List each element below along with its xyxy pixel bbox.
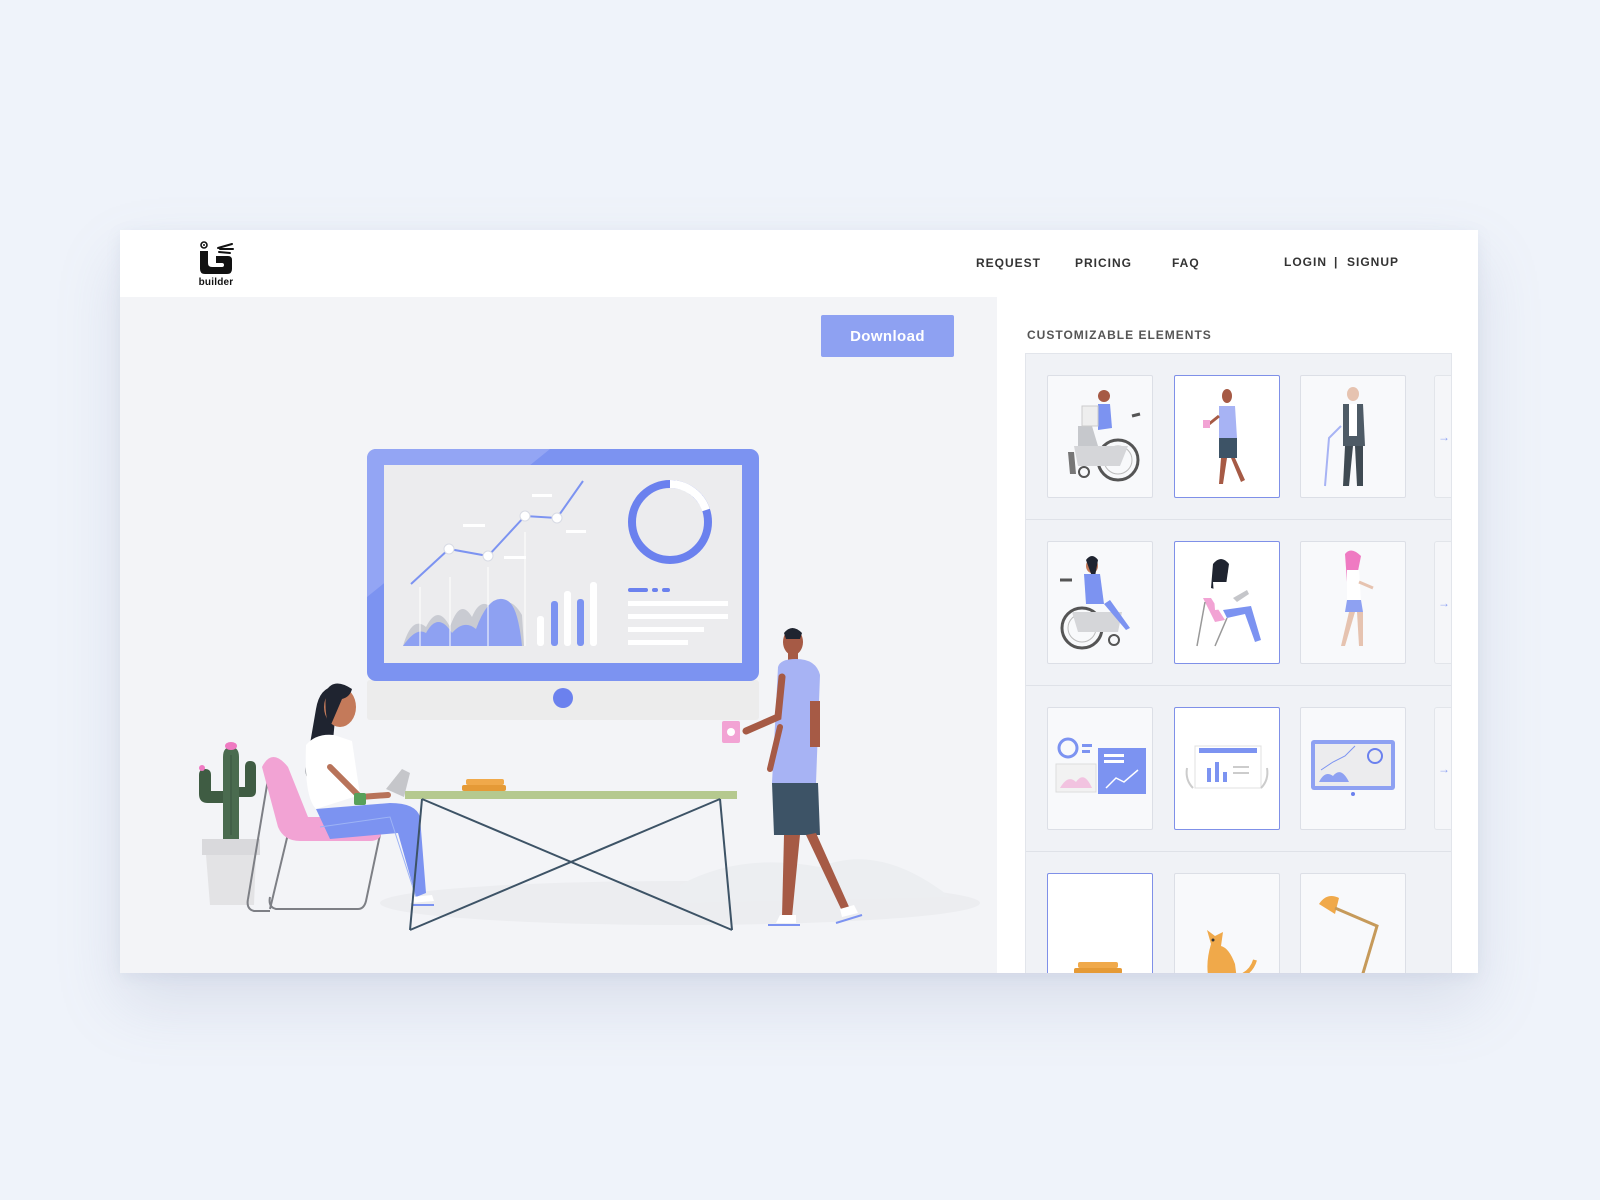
- gallery-row-people-1: →: [1026, 354, 1451, 520]
- books-icon: [1074, 962, 1122, 973]
- download-button[interactable]: Download: [821, 315, 954, 357]
- app-window: builder REQUEST PRICING FAQ LOGIN | SIGN…: [120, 230, 1478, 973]
- arrow-right-icon: →: [1438, 762, 1450, 776]
- element-card-selected[interactable]: [1047, 873, 1153, 973]
- element-card[interactable]: [1047, 541, 1153, 664]
- row-next-button[interactable]: →: [1434, 375, 1451, 498]
- element-card[interactable]: [1300, 375, 1406, 498]
- element-card[interactable]: [1300, 707, 1406, 830]
- illustration-canvas[interactable]: Download: [120, 297, 997, 973]
- office-illustration: [199, 449, 980, 931]
- man-holding-cup-icon: [1203, 389, 1245, 484]
- panel-title: CUSTOMIZABLE ELEMENTS: [1027, 328, 1212, 342]
- element-card[interactable]: [1300, 873, 1406, 973]
- customizable-elements-panel: CUSTOMIZABLE ELEMENTS → → →: [997, 297, 1478, 973]
- nav-request[interactable]: REQUEST: [976, 256, 1041, 270]
- row-next-button[interactable]: →: [1434, 707, 1451, 830]
- cat-icon: [1207, 930, 1257, 973]
- monitor-chart-icon: [1311, 740, 1395, 796]
- element-card[interactable]: [1174, 873, 1280, 973]
- element-card[interactable]: [1300, 541, 1406, 664]
- woman-walking-icon: [1341, 550, 1374, 646]
- element-card[interactable]: [1047, 707, 1153, 830]
- ground-shadow-icon: [380, 859, 980, 925]
- man-wheelchair-laptop-icon: [1068, 390, 1141, 482]
- logo-mark-icon: [200, 241, 234, 274]
- signup-link[interactable]: SIGNUP: [1347, 255, 1399, 269]
- element-card-selected[interactable]: [1174, 707, 1280, 830]
- gallery-row-people-2: →: [1026, 520, 1451, 686]
- elderly-man-cane-icon: [1324, 387, 1365, 487]
- woman-chair-laptop-icon: [1196, 559, 1261, 647]
- element-card[interactable]: [1047, 375, 1153, 498]
- monitor-icon: [367, 449, 759, 720]
- desk-lamp-icon: [1319, 896, 1379, 973]
- nav-pricing[interactable]: PRICING: [1075, 256, 1132, 270]
- gallery-row-charts: →: [1026, 686, 1451, 852]
- top-navigation-bar: builder REQUEST PRICING FAQ LOGIN | SIGN…: [120, 230, 1478, 297]
- login-link[interactable]: LOGIN: [1284, 255, 1327, 269]
- nav-faq[interactable]: FAQ: [1172, 256, 1200, 270]
- element-card-selected[interactable]: [1174, 541, 1280, 664]
- woman-wheelchair-icon: [1060, 556, 1130, 650]
- arrow-right-icon: →: [1438, 430, 1450, 444]
- row-next-button[interactable]: →: [1434, 541, 1451, 664]
- element-gallery[interactable]: → → →: [1025, 353, 1452, 973]
- dashboard-widgets-icon: [1055, 737, 1146, 794]
- auth-separator: |: [1334, 255, 1338, 269]
- element-card-selected[interactable]: [1174, 375, 1280, 498]
- builder-logo[interactable]: builder: [196, 239, 236, 288]
- bar-chart-board-icon: [1185, 745, 1269, 789]
- gallery-row-objects: [1026, 852, 1451, 973]
- arrow-right-icon: →: [1438, 596, 1450, 610]
- logo-wordmark: builder: [198, 277, 234, 288]
